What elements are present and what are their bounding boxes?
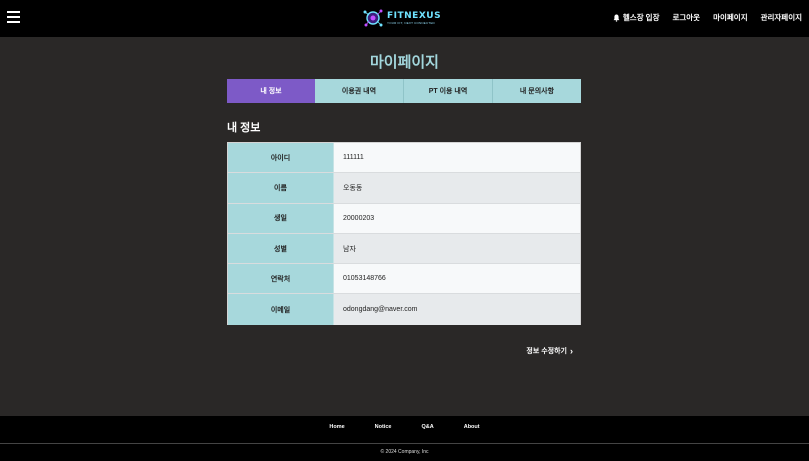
row-label-id: 아이디 <box>228 143 334 173</box>
footer: Home Notice Q&A About © 2024 Company, In… <box>0 416 809 461</box>
edit-profile-link[interactable]: 정보 수정하기 › <box>526 346 573 356</box>
row-label-gender: 성별 <box>228 233 334 264</box>
table-row: 생일 20000203 <box>228 203 580 234</box>
edit-profile-label: 정보 수정하기 <box>526 348 567 355</box>
nav-gym-entry-label: 헬스장 입장 <box>622 13 660 22</box>
row-label-name: 이름 <box>228 173 334 203</box>
row-value-birthday: 20000203 <box>334 203 580 233</box>
row-value-gender: 남자 <box>334 233 580 264</box>
logo-icon <box>363 9 383 27</box>
tab-pt-history[interactable]: PT 이용 내역 <box>404 79 493 103</box>
row-value-name: 오동동 <box>334 173 580 203</box>
nav-gym-entry[interactable]: 헬스장 입장 <box>613 12 660 23</box>
tab-membership-history[interactable]: 이용권 내역 <box>315 79 404 103</box>
section-title: 내 정보 <box>227 122 261 134</box>
menu-icon[interactable] <box>7 11 20 23</box>
row-label-phone: 연락처 <box>228 264 334 294</box>
nav-mypage[interactable]: 마이페이지 <box>713 12 748 23</box>
nav-admin[interactable]: 관리자페이지 <box>761 12 802 23</box>
footer-link-qna[interactable]: Q&A <box>421 424 433 430</box>
top-nav: 헬스장 입장 로그아웃 마이페이지 관리자페이지 <box>613 12 802 23</box>
copyright: © 2024 Company, Inc <box>380 449 429 455</box>
footer-link-notice[interactable]: Notice <box>375 424 392 430</box>
table-row: 이메일 odongdang@naver.com <box>228 294 580 325</box>
footer-link-about[interactable]: About <box>464 424 480 430</box>
top-header: FITNEXUS YOUR FIT, NEXT CONNECTED 헬스장 입장… <box>0 0 809 37</box>
footer-link-home[interactable]: Home <box>329 424 344 430</box>
table-row: 이름 오동동 <box>228 173 580 204</box>
row-label-email: 이메일 <box>228 294 334 325</box>
row-label-birthday: 생일 <box>228 203 334 233</box>
nav-logout[interactable]: 로그아웃 <box>672 12 700 23</box>
bell-icon <box>613 14 620 22</box>
footer-divider <box>0 443 809 444</box>
row-value-phone: 01053148766 <box>334 264 580 294</box>
chevron-right-icon: › <box>570 345 573 356</box>
tab-my-inquiries[interactable]: 내 문의사항 <box>493 79 581 103</box>
table-row: 성별 남자 <box>228 233 580 265</box>
table-row: 연락처 01053148766 <box>228 264 580 295</box>
mypage-tabs: 내 정보 이용권 내역 PT 이용 내역 내 문의사항 <box>227 79 581 103</box>
tab-my-info[interactable]: 내 정보 <box>227 79 315 103</box>
profile-table: 아이디 111111 이름 오동동 생일 20000203 성별 남자 연락처 … <box>227 142 581 325</box>
row-value-id: 111111 <box>334 143 580 173</box>
row-value-email: odongdang@naver.com <box>334 294 580 325</box>
logo[interactable]: FITNEXUS YOUR FIT, NEXT CONNECTED <box>362 6 442 30</box>
page-title: 마이페이지 <box>369 54 439 71</box>
footer-nav: Home Notice Q&A About <box>0 424 809 430</box>
table-row: 아이디 111111 <box>228 143 580 174</box>
logo-name: FITNEXUS <box>387 11 442 21</box>
logo-tagline: YOUR FIT, NEXT CONNECTED <box>387 21 435 25</box>
